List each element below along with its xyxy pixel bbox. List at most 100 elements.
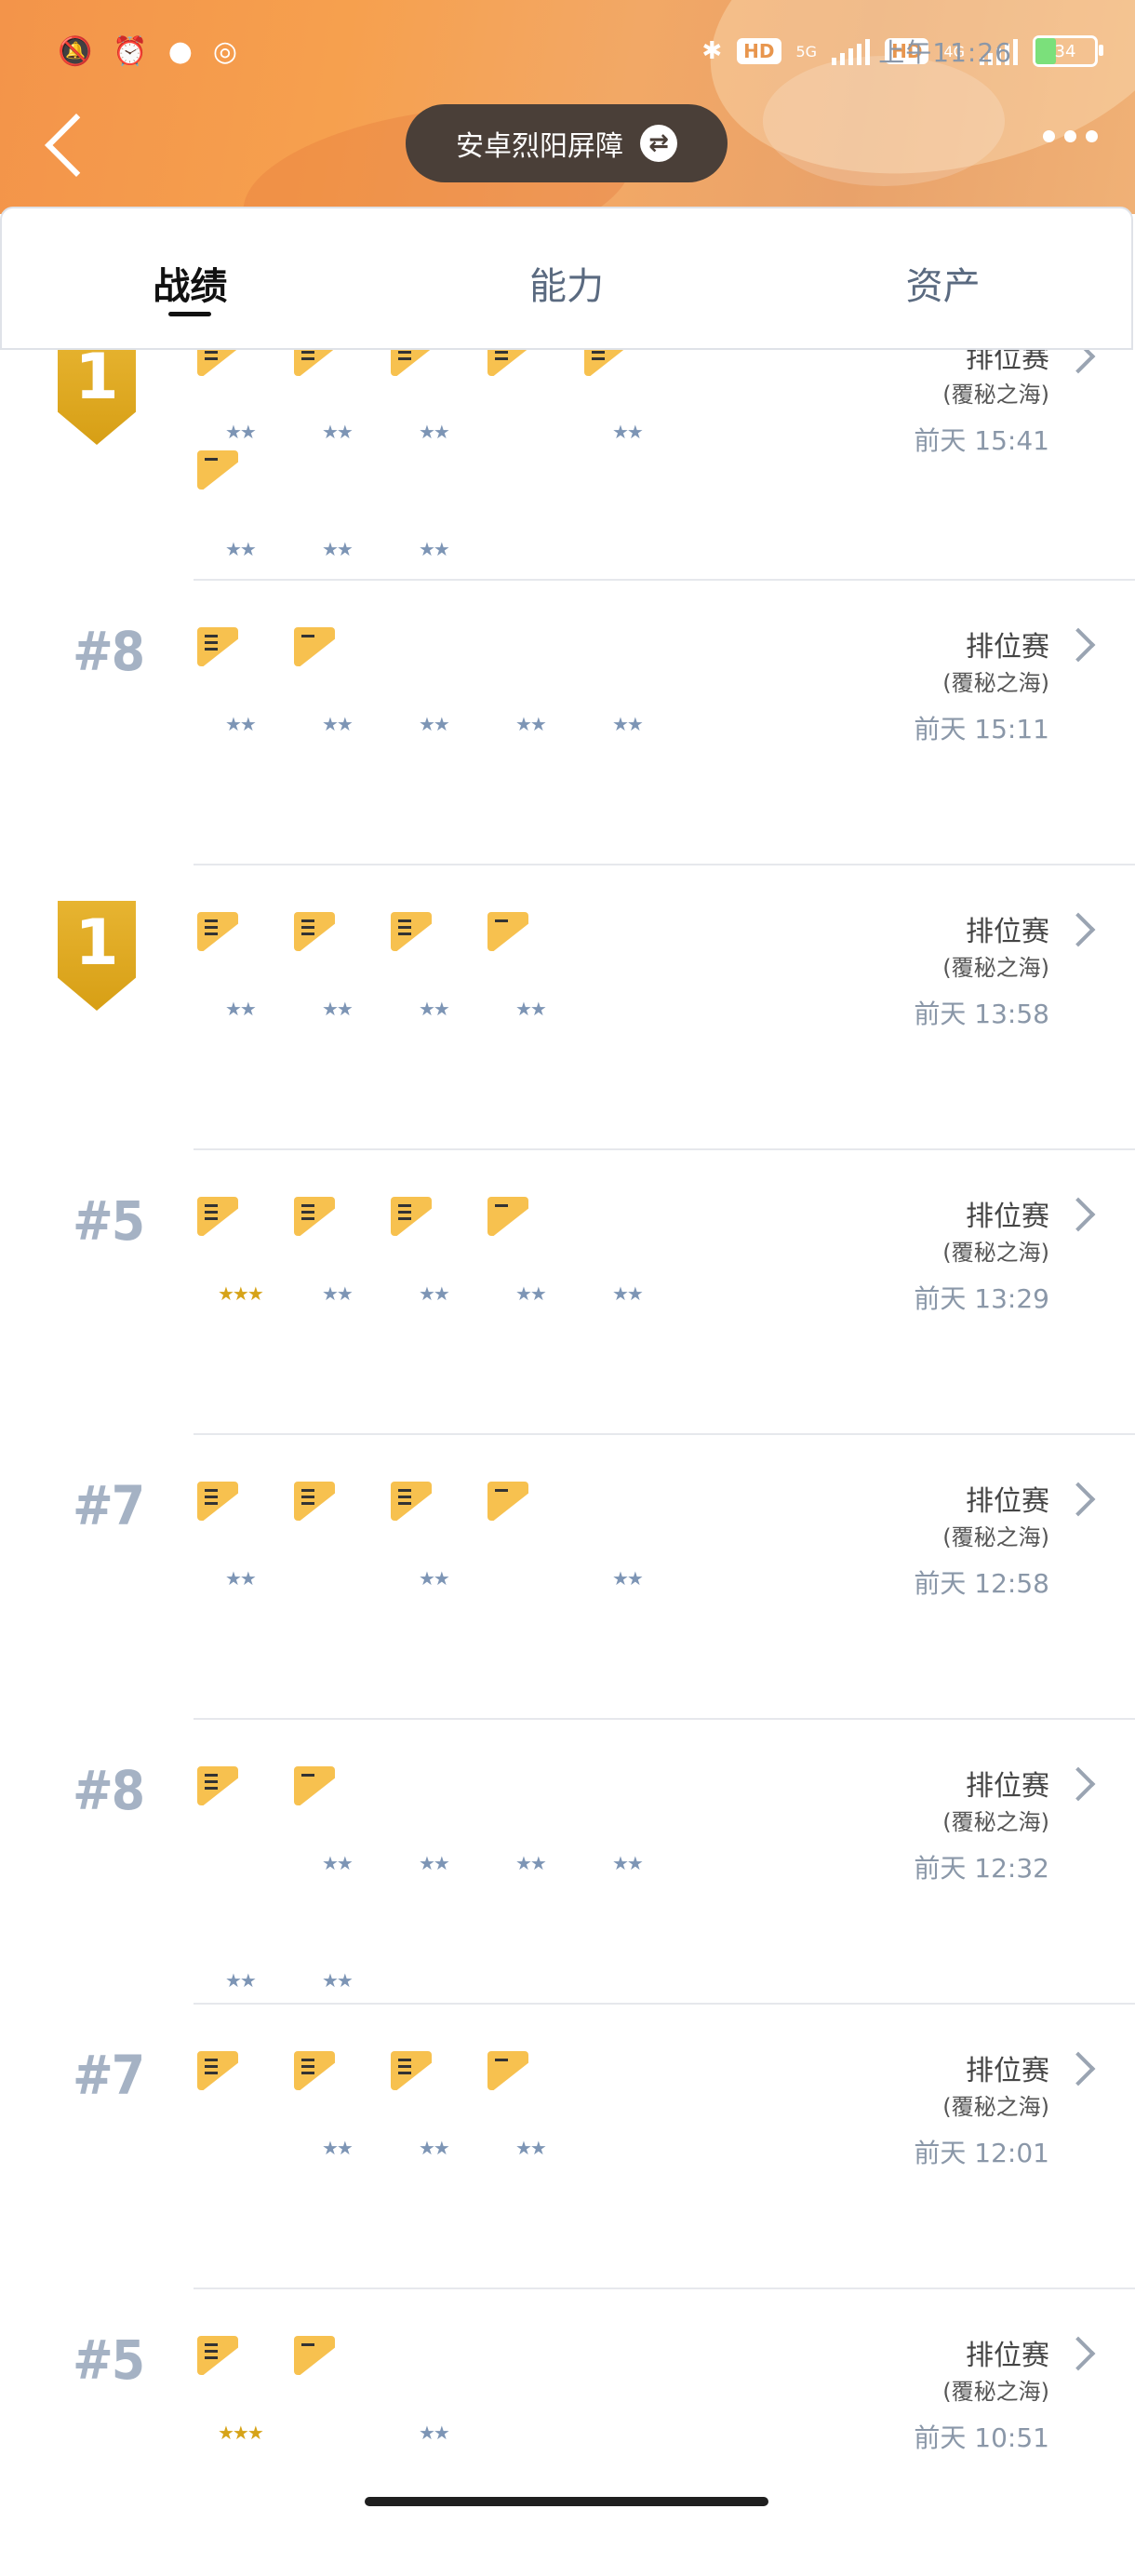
tab-ability[interactable]: 能力 [379,208,755,348]
star-rating: ★★ [225,998,257,1020]
item-icon [294,1766,337,1807]
header: 上午11:26 🔕 ⏰ ● ◎ ✱ HD 5G HD 4G 34 安卓烈阳屏障 … [0,0,1135,214]
star-rating: ★★ [419,1567,450,1590]
item-icon [294,912,337,953]
more-icon[interactable] [1043,130,1098,142]
star-rating: ★★ [515,998,547,1020]
chevron-right-icon[interactable] [1061,1482,1096,1517]
item-icon [197,1482,240,1523]
chevron-right-icon[interactable] [1061,1766,1096,1802]
rank-label: #5 [73,1189,145,1253]
item-icon [391,1482,434,1523]
map-label: (覆秘之海) [942,1240,1049,1266]
item-icon [197,1766,240,1807]
row-divider [194,2003,1135,2005]
star-rating: ★★ [225,1567,257,1590]
signal-icon [832,37,871,65]
item-icon [197,912,240,953]
rank-label: #5 [73,2328,145,2392]
row-divider [194,1433,1135,1435]
rank-label: #8 [73,620,145,683]
match-time: 前天 12:58 [914,1568,1049,1599]
star-rating: ★★ [419,998,450,1020]
back-button[interactable] [41,110,87,181]
row-divider [194,864,1135,865]
match-row[interactable]: #7 ★★ ★★ ★★ 排位赛 (覆秘之海) 前天 12:01 [0,2003,1135,2291]
star-rating: ★★ [322,713,354,735]
match-time: 前天 15:11 [914,714,1049,745]
row-divider [194,1148,1135,1150]
map-label: (覆秘之海) [942,670,1049,696]
rank-label: #8 [73,1759,145,1822]
tab-label: 战绩 [153,265,228,308]
bluetooth-icon: ✱ [701,37,723,65]
match-row[interactable]: #8 ★★ ★★ ★★ ★★ ★★ 排位赛 (覆秘之海) 前天 15:11 [0,579,1135,867]
item-icon [487,2051,530,2092]
account-name: 安卓烈阳屏障 [456,130,623,163]
mute-icon: 🔕 [58,34,93,68]
row-divider [194,1718,1135,1720]
chevron-right-icon[interactable] [1061,2336,1096,2371]
item-icon [197,627,240,668]
star-rating: ★★ [515,1282,547,1305]
match-time: 前天 12:01 [914,2138,1049,2168]
chevron-right-icon[interactable] [1061,912,1096,947]
item-icon [391,912,434,953]
star-rating: ★★ [419,713,450,735]
rank-number: 1 [74,341,119,414]
chevron-right-icon[interactable] [1061,1197,1096,1232]
match-row[interactable]: #8 ★★ ★★ ★★ ★★ ★★ ★★ 排位赛 (覆秘之海) 前天 12:32 [0,1718,1135,2006]
row-divider [194,579,1135,581]
chevron-right-icon[interactable] [1061,2051,1096,2086]
star-rating: ★★ [322,2137,354,2159]
star-rating: ★★★ [218,1282,264,1305]
match-row[interactable]: 1 ★★ ★★ ★★ ★★ 排位赛 (覆秘之海) 前天 13:58 [0,864,1135,1152]
star-rating: ★★ [322,421,354,443]
tab-assets[interactable]: 资产 [754,208,1131,348]
tab-record[interactable]: 战绩 [2,208,379,348]
notification-icon: ● [167,34,193,68]
alarm-icon: ⏰ [113,34,148,68]
swap-icon[interactable]: ⇄ [640,125,677,162]
mode-label: 排位赛 [966,1485,1049,1518]
item-icon [487,1197,530,1238]
rank-label: #7 [73,1474,145,1537]
star-rating: ★★ [419,538,450,560]
map-label: (覆秘之海) [942,1524,1049,1550]
match-row[interactable]: #5 ★★★ ★★ 排位赛 (覆秘之海) 前天 10:51 [0,2288,1135,2576]
row-divider [194,2288,1135,2289]
network-label-1: 5G [795,42,818,60]
chevron-right-icon[interactable] [1061,627,1096,663]
match-row[interactable]: 1 ★★ ★★ ★★ ★★ ★★ ★★ ★★ 排位赛 (覆秘之海) 前天 15:41 [0,335,1135,620]
star-rating: ★★ [419,2422,450,2444]
rank-badge: 1 [58,335,136,445]
match-time: 前天 12:32 [914,1853,1049,1884]
star-rating: ★★ [322,998,354,1020]
map-label: (覆秘之海) [942,382,1049,408]
item-icon [197,2336,240,2377]
item-icon [294,1482,337,1523]
match-time: 前天 13:29 [914,1283,1049,1314]
star-rating: ★★ [419,421,450,443]
match-row[interactable]: #5 ★★★ ★★ ★★ ★★ ★★ 排位赛 (覆秘之海) 前天 13:29 [0,1148,1135,1437]
mode-label: 排位赛 [966,916,1049,948]
match-row[interactable]: #7 ★★ ★★ ★★ 排位赛 (覆秘之海) 前天 12:58 [0,1433,1135,1722]
map-label: (覆秘之海) [942,1809,1049,1835]
star-rating: ★★ [225,421,257,443]
star-rating: ★★ [612,1567,644,1590]
tab-label: 能力 [529,265,604,308]
item-icon [487,912,530,953]
item-icon [294,2336,337,2377]
rank-badge: 1 [58,901,136,1011]
account-switcher[interactable]: 安卓烈阳屏障 ⇄ [406,104,728,182]
star-rating: ★★ [419,1852,450,1874]
home-indicator[interactable] [365,2497,768,2506]
item-icon [391,2051,434,2092]
star-rating: ★★ [612,421,644,443]
tab-bar: 战绩 能力 资产 [0,207,1133,350]
map-label: (覆秘之海) [942,2379,1049,2405]
active-tab-indicator [168,312,212,316]
star-rating: ★★ [322,1852,354,1874]
match-time: 前天 13:58 [914,999,1049,1029]
rank-number: 1 [74,906,119,980]
